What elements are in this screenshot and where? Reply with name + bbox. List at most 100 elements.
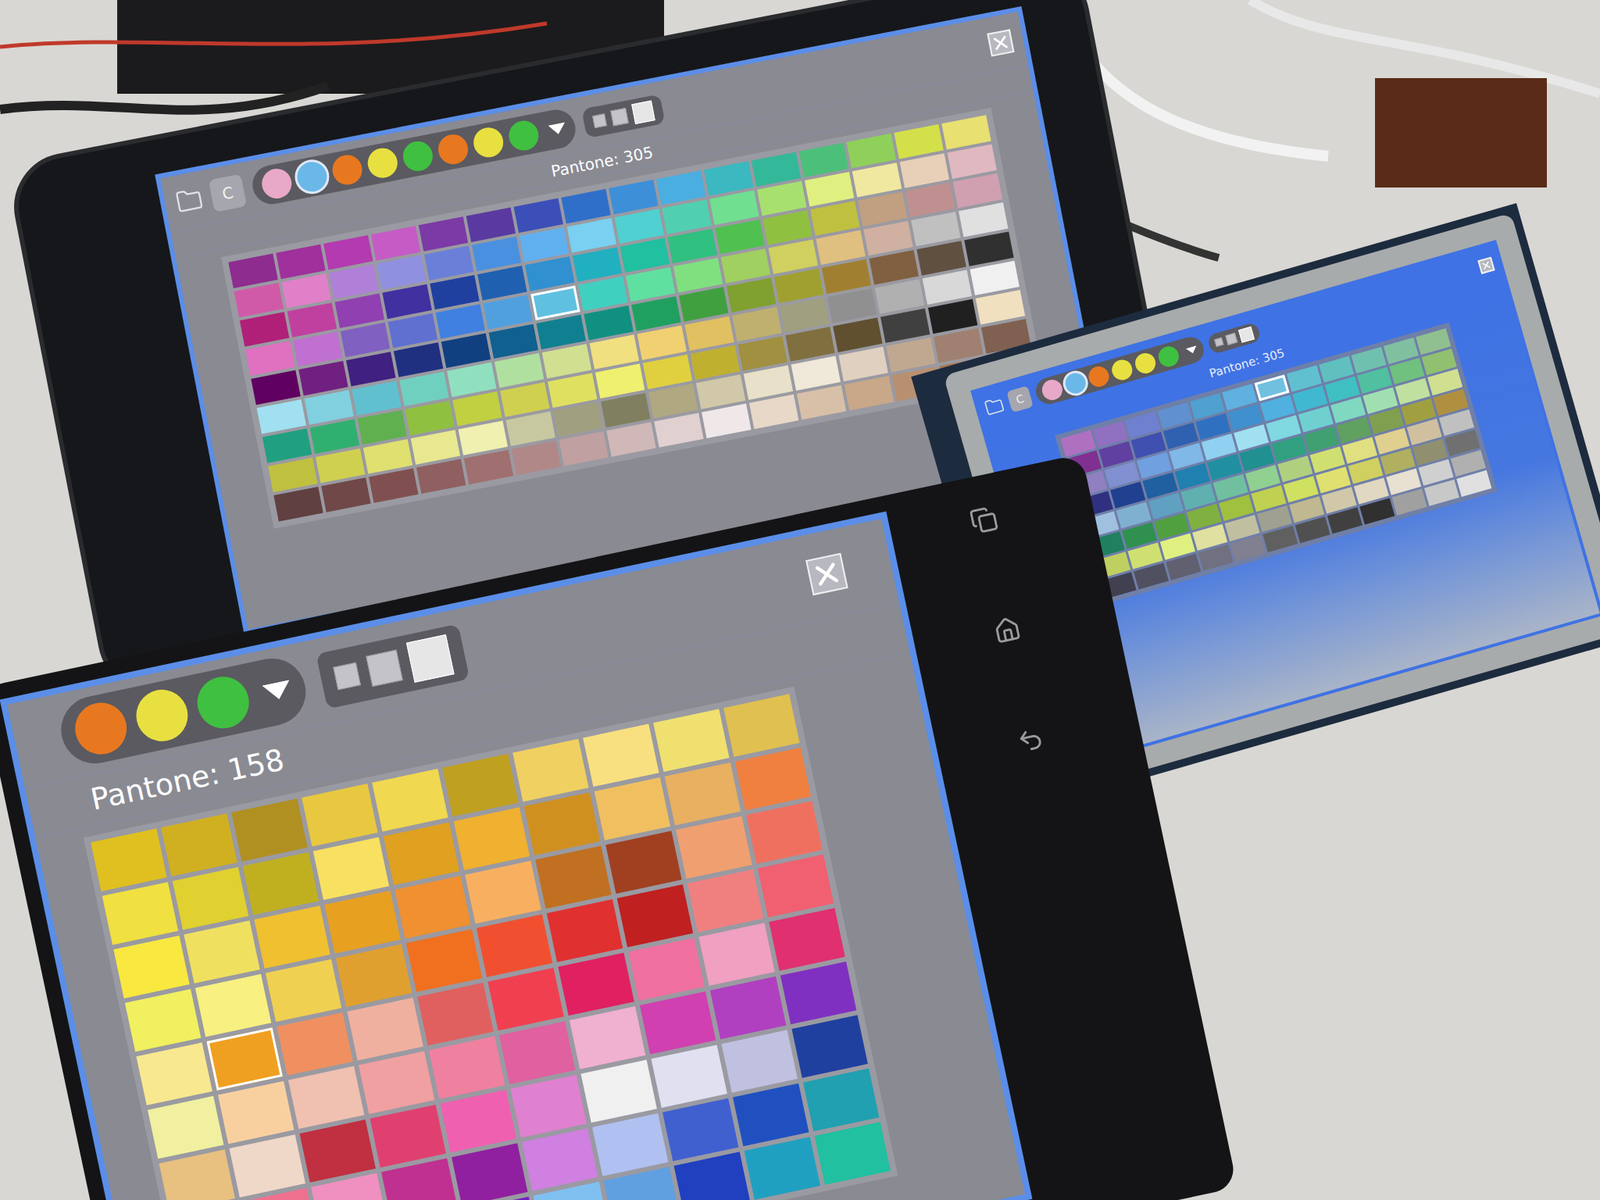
swatch[interactable] (477, 265, 527, 300)
swatch[interactable] (796, 385, 847, 420)
swatch[interactable] (500, 382, 550, 417)
swatch[interactable] (684, 316, 734, 351)
swatch[interactable] (406, 928, 483, 992)
swatch[interactable] (737, 335, 787, 371)
swatch[interactable] (558, 431, 608, 466)
swatch[interactable] (743, 364, 793, 400)
swatch[interactable] (675, 815, 752, 879)
swatch[interactable] (323, 235, 373, 270)
swatch[interactable] (673, 257, 723, 293)
swatch[interactable] (964, 231, 1014, 266)
color-dot[interactable] (435, 132, 472, 168)
swatch[interactable] (941, 114, 991, 150)
dropdown-arrow-icon[interactable] (547, 121, 567, 136)
swatch[interactable] (678, 286, 729, 322)
swatch[interactable] (183, 920, 260, 983)
swatch[interactable] (267, 457, 318, 493)
swatch[interactable] (667, 228, 718, 264)
swatch[interactable] (281, 273, 331, 308)
close-button[interactable] (1477, 257, 1495, 275)
swatch[interactable] (172, 867, 249, 930)
swatch[interactable] (664, 762, 741, 825)
swatch[interactable] (113, 935, 190, 998)
brush-size[interactable] (1214, 337, 1224, 347)
color-dot[interactable] (1039, 377, 1065, 403)
swatch[interactable] (546, 899, 623, 962)
swatch[interactable] (721, 248, 771, 283)
brush-size[interactable] (592, 113, 608, 129)
swatch[interactable] (351, 380, 401, 415)
swatch[interactable] (746, 800, 822, 864)
swatch[interactable] (217, 1081, 294, 1144)
swatch[interactable] (265, 959, 342, 1022)
swatch[interactable] (310, 419, 360, 454)
swatch[interactable] (429, 275, 479, 310)
swatch[interactable] (910, 211, 961, 247)
swatch[interactable] (464, 450, 514, 485)
swatch[interactable] (589, 334, 640, 369)
swatch[interactable] (428, 1035, 505, 1099)
swatch[interactable] (869, 250, 919, 285)
swatch[interactable] (257, 399, 307, 434)
swatch[interactable] (510, 1075, 586, 1138)
swatch[interactable] (880, 308, 930, 343)
swatch[interactable] (159, 1149, 236, 1200)
swatch[interactable] (791, 1014, 868, 1078)
swatch[interactable] (324, 890, 400, 954)
swatch[interactable] (827, 288, 877, 323)
swatch[interactable] (762, 210, 812, 245)
swatch[interactable] (648, 383, 698, 418)
swatch[interactable] (315, 448, 365, 483)
swatch[interactable] (275, 244, 325, 279)
color-dot[interactable] (329, 152, 365, 188)
swatch[interactable] (863, 221, 913, 256)
swatch[interactable] (583, 305, 633, 340)
swatch[interactable] (653, 412, 704, 447)
swatch[interactable] (303, 389, 354, 425)
swatch[interactable] (557, 953, 634, 1016)
swatch[interactable] (487, 967, 564, 1031)
color-dot[interactable] (1132, 350, 1158, 376)
swatch[interactable] (340, 322, 390, 358)
swatch[interactable] (357, 410, 408, 445)
swatch[interactable] (625, 267, 675, 302)
swatch[interactable] (535, 846, 611, 909)
close-button[interactable] (986, 28, 1015, 57)
swatch[interactable] (451, 1142, 528, 1200)
swatch[interactable] (482, 294, 533, 329)
swatch[interactable] (814, 1121, 891, 1185)
swatch[interactable] (229, 1134, 306, 1197)
swatch[interactable] (810, 200, 860, 236)
color-dot[interactable] (1156, 343, 1182, 369)
swatch[interactable] (662, 1098, 739, 1161)
swatch[interactable] (476, 914, 553, 977)
dropdown-arrow-icon[interactable] (1185, 345, 1199, 356)
swatch[interactable] (687, 869, 764, 933)
swatch[interactable] (160, 813, 237, 876)
swatch[interactable] (424, 246, 474, 281)
swatch[interactable] (969, 260, 1019, 296)
brush-size[interactable] (631, 100, 655, 125)
swatch[interactable] (785, 326, 835, 361)
swatch[interactable] (363, 439, 413, 474)
swatch[interactable] (885, 337, 936, 372)
swatch[interactable] (916, 240, 966, 275)
swatch[interactable] (511, 440, 561, 475)
swatch[interactable] (838, 346, 888, 382)
swatch[interactable] (620, 238, 670, 273)
swatch[interactable] (542, 343, 592, 379)
brush-size[interactable] (610, 107, 629, 126)
color-dot[interactable] (364, 145, 400, 181)
swatch[interactable] (382, 284, 432, 319)
swatch[interactable] (530, 285, 580, 321)
recent-apps-icon[interactable] (967, 503, 1000, 536)
swatch[interactable] (234, 282, 284, 318)
swatch[interactable] (512, 739, 589, 802)
swatch[interactable] (674, 1151, 750, 1200)
swatch[interactable] (513, 198, 563, 233)
swatch[interactable] (464, 860, 541, 924)
swatch[interactable] (228, 253, 278, 289)
swatch[interactable] (466, 207, 516, 242)
brush-size[interactable] (332, 662, 361, 691)
swatch[interactable] (346, 997, 423, 1061)
